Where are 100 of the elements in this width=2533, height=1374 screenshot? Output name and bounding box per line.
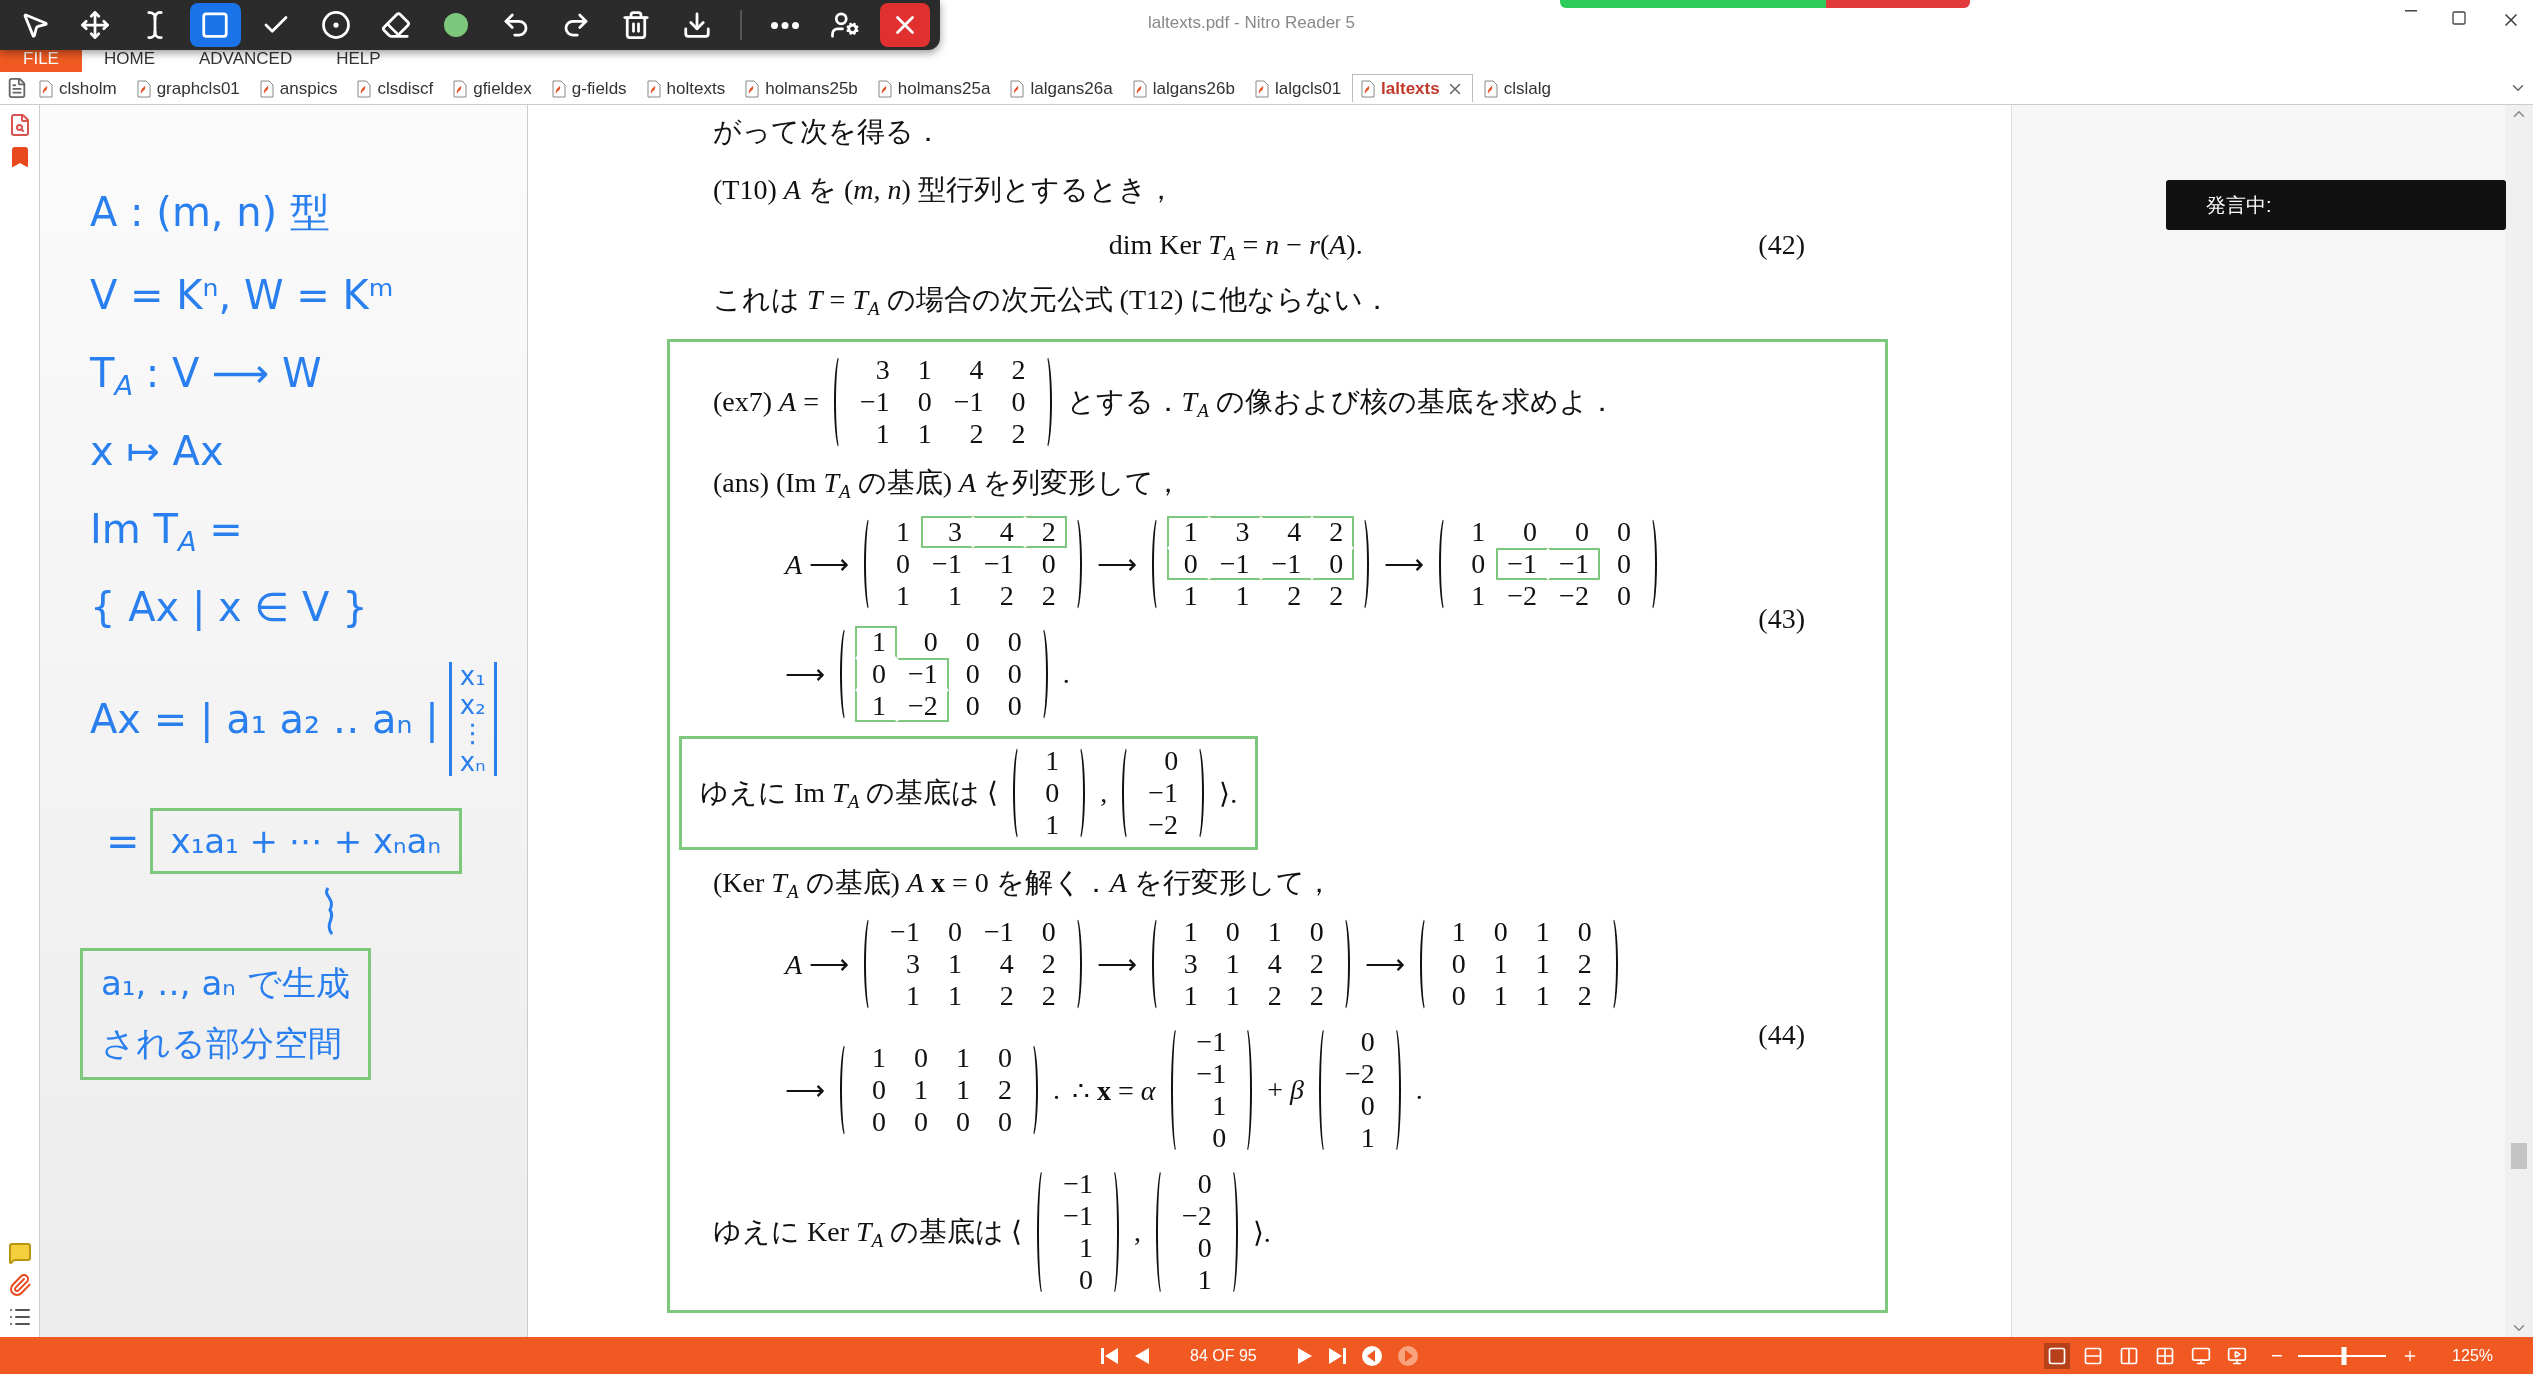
user-gear-icon: [829, 10, 860, 40]
math-text: .: [1053, 1074, 1060, 1106]
matrix-entry: 1: [1534, 980, 1551, 1012]
matrix-entry: −1: [1260, 548, 1313, 580]
circle-left-icon: [1360, 1344, 1383, 1367]
handwritten-note: x₁a₁ + ⋯ + xₙaₙ: [170, 821, 441, 862]
matrix-entry: 1: [1359, 1122, 1376, 1154]
matrix-entry: 0: [997, 1042, 1013, 1074]
matrix-entry: 0: [1573, 516, 1590, 548]
matrix-entry: 2: [1010, 418, 1027, 450]
matrix-entry: 1: [871, 1042, 887, 1074]
handwritten-note: x₂: [459, 690, 486, 720]
matrix-entry: 0: [916, 386, 933, 418]
triangle-right-icon: [1296, 1346, 1313, 1365]
matrix-entry: −2: [1181, 1200, 1213, 1232]
handwritten-note: { Ax | x ∈ V }: [90, 584, 369, 630]
paperclip-icon: [7, 1273, 32, 1297]
move-icon: [80, 10, 111, 40]
matrix-entry: 4: [998, 948, 1015, 980]
math-text: (ex7) A =: [713, 386, 819, 418]
matrix-entry: 1: [916, 418, 933, 450]
matrix-entry: 3: [1182, 948, 1199, 980]
paragraph: (Ker T$_{A}$ の基底) A x = 0 を解く．A を行変形して，: [713, 866, 1334, 902]
matrix-entry: −1: [1195, 1058, 1228, 1090]
math-text: dim Ker T$_{A}$ = n − r(A).: [1108, 229, 1363, 261]
first-page-button[interactable]: [1100, 1346, 1120, 1365]
matrix-entry: −1: [1147, 777, 1180, 809]
matrix-entry: 0: [1006, 658, 1023, 690]
back-button[interactable]: [1360, 1344, 1383, 1367]
matrix-entry: 2: [1328, 580, 1345, 612]
matrix-entry: −2: [1344, 1058, 1376, 1090]
paragraph: (T10) A を (m, n) 型行列とするとき，: [713, 173, 1176, 207]
matrix-entry: 0: [1040, 916, 1057, 948]
matrix-entry: 2: [998, 580, 1015, 612]
maximize-icon: [2451, 10, 2467, 26]
more-icon: [770, 21, 799, 29]
matrix-entry: 2: [1040, 580, 1057, 612]
math-text: とする．T$_{A}$ の像および核の基底を求めよ．: [1066, 385, 1616, 421]
close-button[interactable]: [879, 3, 930, 47]
pdf-file-icon: [357, 79, 372, 98]
matrix-entry: 2: [1024, 516, 1067, 548]
circle-right-icon: [1396, 1344, 1419, 1367]
matrix-entry: 1: [904, 980, 921, 1012]
matrix-entry: 2: [1308, 980, 1325, 1012]
pdf-file-icon: [136, 79, 151, 98]
handwritten-note: x₁: [459, 662, 486, 691]
matrix-entry: 1: [1266, 916, 1283, 948]
matrix-entry: 0: [913, 1106, 929, 1138]
math-text: A ⟶: [785, 547, 850, 581]
page-button[interactable]: [6, 77, 28, 99]
matrix-entry: −1: [1195, 1026, 1228, 1058]
math-text: ゆえに Ker T$_{A}$ の基底は ⟨: [713, 1215, 1023, 1251]
matrix-entry: 0: [964, 658, 981, 690]
matrix-entry: 0: [1196, 1232, 1213, 1264]
comments-button[interactable]: [7, 1241, 32, 1265]
matrix-entry: 0: [1359, 1090, 1376, 1122]
document-tab[interactable]: laltexts: [1352, 74, 1473, 102]
zoom-out-button[interactable]: [2272, 1354, 2283, 1357]
matrix-entry: 1: [1211, 1090, 1228, 1122]
rows-icon: [2083, 1345, 2104, 1366]
handwritten-note: xₙ: [459, 747, 486, 777]
pdf-file-icon: [453, 79, 468, 98]
matrix-entry: 2: [1040, 980, 1057, 1012]
matrix-entry: 0: [1040, 548, 1057, 580]
matrix-entry: 1: [913, 1074, 929, 1106]
matrix-entry: 1: [1182, 580, 1199, 612]
math-text: ,: [1134, 1216, 1141, 1248]
pdf-file-icon: [1254, 79, 1269, 98]
matrix-entry: 1: [955, 1042, 971, 1074]
matrix-entry: −1: [982, 916, 1015, 948]
rectangle-tool[interactable]: [190, 3, 241, 47]
scroll-thumb[interactable]: [2511, 1143, 2527, 1169]
math-text: ⟩.: [1252, 1215, 1271, 1249]
last-page-button[interactable]: [1326, 1346, 1347, 1365]
paragraph: (ans) (Im T$_{A}$ の基底) A を列変形して，: [713, 466, 1184, 502]
comment-icon: [7, 1241, 32, 1265]
handwritten-note: A : (m, n) 型: [90, 188, 331, 237]
handwritten-note: ⋮: [459, 719, 486, 748]
matrix-entry: 1: [1492, 980, 1509, 1012]
single-page-icon: [2047, 1345, 2068, 1366]
matrix-entry: 0: [1196, 1168, 1213, 1200]
attachments-button[interactable]: [7, 1273, 32, 1297]
matrix-entry: 1: [1182, 980, 1199, 1012]
view-mode-button[interactable]: [2044, 1342, 2071, 1369]
document-icon: [6, 77, 28, 99]
matrix-entry: 0: [946, 916, 963, 948]
next-page-button[interactable]: [1296, 1346, 1313, 1365]
matrix-entry: 0: [922, 626, 939, 658]
matrix-entry: 2: [1576, 980, 1593, 1012]
menu-tab[interactable]: HOME: [82, 46, 177, 72]
matrix-entry: −2: [1506, 580, 1539, 612]
matrix-entry: −1: [1062, 1168, 1094, 1200]
menu-tab[interactable]: ADVANCED: [177, 46, 315, 72]
matrix-entry: 1: [1234, 580, 1251, 612]
matrix-entry: 0: [913, 1042, 929, 1074]
menu-tab[interactable]: HELP: [314, 46, 403, 72]
slider-thumb[interactable]: [2341, 1346, 2347, 1365]
pdf-file-icon: [1132, 79, 1147, 98]
matrix-entry: 1: [1470, 580, 1487, 612]
previous-page-button[interactable]: [1134, 1346, 1150, 1365]
